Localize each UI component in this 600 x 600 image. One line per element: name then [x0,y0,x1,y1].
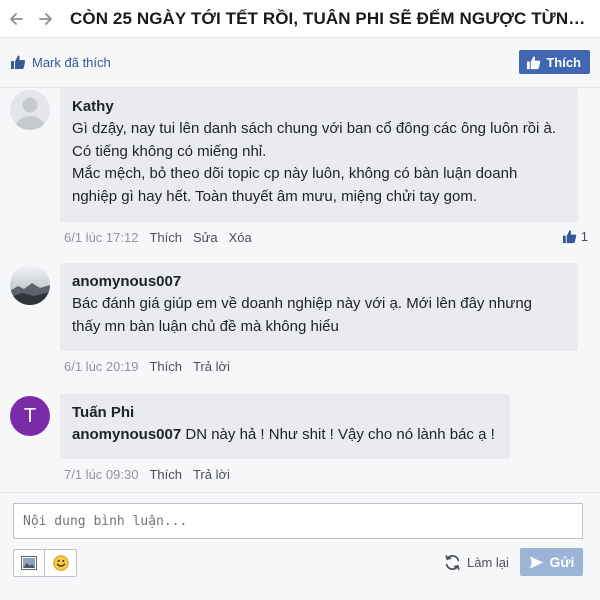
avatar[interactable] [10,265,50,305]
avatar[interactable]: T [10,396,50,436]
comment-time[interactable]: 6/1 lúc 20:19 [64,359,138,374]
comment-body: DN này hả ! Như shit ! Vậy cho nó lành b… [181,426,495,443]
comment-line: Mắc mệch, bỏ theo dõi topic cp này luôn,… [72,165,518,182]
comment-like-count[interactable]: 1 [562,229,588,244]
send-label: Gửi [549,554,575,570]
comment-time[interactable]: 7/1 lúc 09:30 [64,467,138,482]
comment-bubble: Tuấn Phi anomynous007 DN này hả ! Như sh… [60,394,510,459]
like-button[interactable]: Thích [519,50,590,74]
comment-author[interactable]: anomynous007 [72,273,566,290]
comment-bubble: Kathy Gì dzậy, nay tui lên danh sách chu… [60,88,578,222]
avatar-letter: T [23,404,37,427]
forward-arrow-icon[interactable] [34,8,56,30]
comment-like-link[interactable]: Thích [149,230,182,245]
landscape-avatar-icon [10,265,50,305]
comment-reply-link[interactable]: Trả lời [193,359,230,374]
comment-reply-link[interactable]: Trả lời [193,467,230,482]
refresh-button[interactable]: Làm lại [444,554,509,571]
title-bar: CÒN 25 NGÀY TỚI TẾT RỒI, TUÂN PHI SẼ ĐẾM… [0,0,600,38]
like-button-label: Thích [546,54,581,70]
comment-like-link[interactable]: Thích [149,359,182,374]
send-button[interactable]: Gửi [520,548,583,576]
comment-text: Bác đánh giá giúp em về doanh nghiệp này… [72,293,566,338]
back-arrow-icon[interactable] [6,8,28,30]
liked-by-label: Mark đã thích [32,54,111,70]
photo-icon [21,556,37,570]
comment-line: Bác đánh giá giúp em về doanh nghiệp này… [72,295,533,312]
thumbs-up-icon [527,55,541,69]
page-title: CÒN 25 NGÀY TỚI TẾT RỒI, TUÂN PHI SẼ ĐẾM… [70,8,590,28]
like-bar: Mark đã thích Thích [0,38,600,88]
thumbs-up-icon [11,55,26,69]
comment-list: Kathy Gì dzậy, nay tui lên danh sách chu… [0,88,600,492]
liked-by[interactable]: Mark đã thích [10,54,111,70]
comment-meta: 6/1 lúc 17:12 Thích Sửa Xóa [64,230,252,245]
comment-time[interactable]: 6/1 lúc 17:12 [64,230,138,245]
default-avatar-icon [10,90,50,130]
refresh-icon [445,555,460,570]
comment-mention[interactable]: anomynous007 [72,426,181,443]
send-icon [529,555,543,569]
comment-delete-link[interactable]: Xóa [229,230,252,245]
refresh-label: Làm lại [467,555,509,570]
avatar[interactable] [10,90,50,130]
photo-button[interactable] [13,549,45,577]
comment-author[interactable]: Kathy [72,98,566,115]
comment-like-link[interactable]: Thích [149,467,182,482]
comment-composer: Làm lại Gửi [0,492,600,600]
comment-meta: 7/1 lúc 09:30 Thích Trả lời [64,467,230,482]
thumbs-up-icon [562,230,576,244]
comment-edit-link[interactable]: Sửa [193,230,218,245]
comment-line: Gì dzậy, nay tui lên danh sách chung với… [72,120,557,137]
comment-line: Có tiếng không có miếng nhỉ. [72,142,267,160]
comment-bubble: anomynous007 Bác đánh giá giúp em về doa… [60,263,578,351]
comment-line: thấy mn bàn luận chủ đề mà không hiểu [72,317,339,335]
comment-text: Gì dzậy, nay tui lên danh sách chung với… [72,118,566,208]
like-count: 1 [580,229,588,244]
emoji-button[interactable] [45,549,77,577]
comment-text: anomynous007 DN này hả ! Như shit ! Vậy … [72,424,498,447]
comment-line: nghiệp gì hay hết. Toàn thuyết âm mưu, m… [72,187,478,205]
comment-input[interactable] [13,503,583,539]
comment-author[interactable]: Tuấn Phi [72,404,498,421]
comment-meta: 6/1 lúc 20:19 Thích Trả lời [64,359,230,374]
emoji-icon [52,555,69,571]
